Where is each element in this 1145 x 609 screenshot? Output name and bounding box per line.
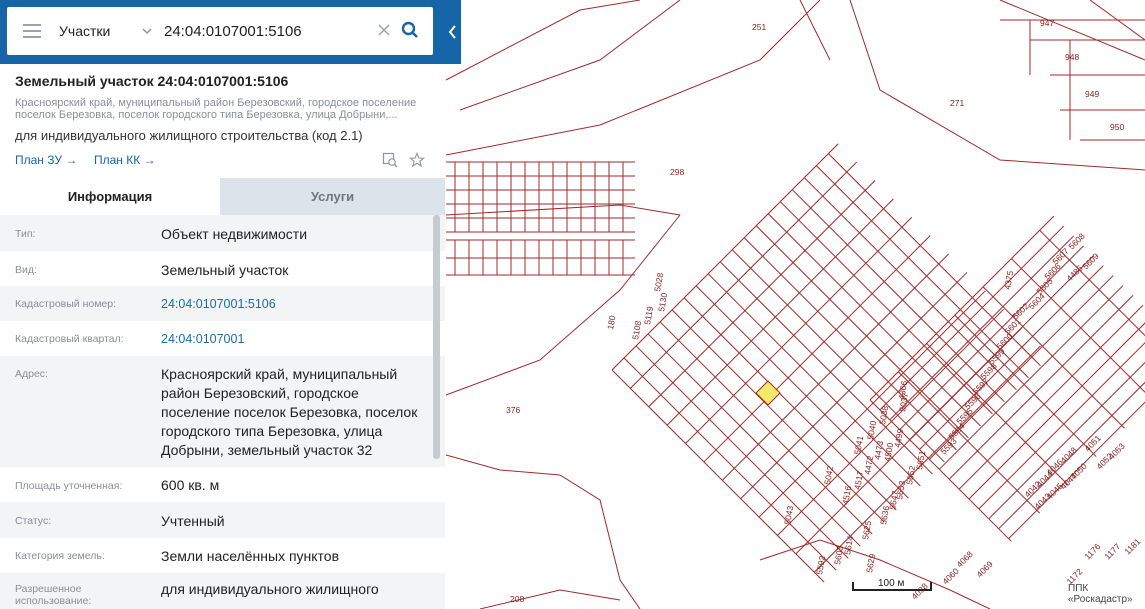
info-row: Кадастровый квартал: 24:04:0107001 xyxy=(0,321,445,356)
info-value: Земельный участок xyxy=(161,262,289,278)
cadastral-number-link[interactable]: 24:04:0107001:5106 xyxy=(161,295,431,314)
info-label: Тип: xyxy=(15,228,36,240)
scale-label: 100 м xyxy=(878,578,905,589)
info-value: Земли населённых пунктов xyxy=(161,548,340,564)
search-input[interactable] xyxy=(164,21,364,41)
close-icon[interactable] xyxy=(377,23,391,37)
info-row: Тип: Объект недвижимости xyxy=(0,215,445,251)
menu-icon[interactable] xyxy=(23,24,41,38)
info-tabs: Информация Услуги xyxy=(0,178,445,215)
search-bar: Участки xyxy=(0,0,445,64)
plan-zu-link[interactable]: План ЗУ → xyxy=(15,153,77,167)
info-label: Адрес: xyxy=(15,368,48,380)
search-box: Участки xyxy=(7,7,433,55)
info-row: Вид: Земельный участок xyxy=(0,251,445,286)
info-row: Категория земель: Земли населённых пункт… xyxy=(0,538,445,573)
info-row: Адрес: Красноярский край, муниципальный … xyxy=(0,356,445,467)
info-label: Площадь уточненная: xyxy=(15,480,123,492)
parcel-number-label: 251 xyxy=(752,22,766,32)
info-label: Категория земель: xyxy=(15,550,105,562)
info-table: Тип: Объект недвижимости Вид: Земельный … xyxy=(0,215,445,609)
tab-services[interactable]: Услуги xyxy=(220,178,445,215)
info-row: Площадь уточненная: 600 кв. м xyxy=(0,467,445,502)
parcel-number-label: 950 xyxy=(1110,122,1124,132)
info-value: 600 кв. м xyxy=(161,477,220,493)
search-icon[interactable] xyxy=(401,21,419,39)
info-label: Разрешенное использование: xyxy=(15,583,92,607)
info-value: для индивидуального жилищного xyxy=(161,581,379,597)
parcel-address-short: Красноярский край, муниципальный район Б… xyxy=(15,97,417,121)
scrollbar[interactable] xyxy=(433,215,440,459)
info-value: Учтенный xyxy=(161,513,225,529)
info-value: Красноярский край, муниципальный район Б… xyxy=(161,366,418,458)
info-label: Статус: xyxy=(15,515,52,527)
info-row: Статус: Учтенный xyxy=(0,502,445,538)
collapse-panel-button[interactable] xyxy=(445,0,461,64)
info-label: Вид: xyxy=(15,264,37,276)
parcel-number-label: 271 xyxy=(950,98,964,108)
parcel-number-label: 947 xyxy=(1040,18,1054,28)
parcel-number-label: 208 xyxy=(510,594,524,604)
zoom-to-object-icon[interactable] xyxy=(382,152,398,168)
info-panel: Участки Земельный участок 24:04:0107001:… xyxy=(0,0,445,609)
plan-kk-link[interactable]: План КК → xyxy=(94,153,156,167)
object-type-select[interactable]: Участки xyxy=(59,7,110,55)
info-row: Кадастровый номер: 24:04:0107001:5106 xyxy=(0,286,445,321)
copyright: ППК «Роскадастр» xyxy=(1068,583,1133,605)
tab-info[interactable]: Информация xyxy=(0,178,220,215)
info-label: Кадастровый квартал: xyxy=(15,333,124,345)
star-icon[interactable] xyxy=(409,152,425,168)
chevron-left-icon xyxy=(448,25,456,39)
info-value: Объект недвижимости xyxy=(161,226,308,242)
parcel-number-label: 949 xyxy=(1085,89,1099,99)
cadastral-quarter-link[interactable]: 24:04:0107001 xyxy=(161,330,431,349)
info-label: Кадастровый номер: xyxy=(15,298,117,310)
parcel-number-label: 376 xyxy=(506,405,520,415)
parcel-permitted-use: для индивидуального жилищного строительс… xyxy=(15,128,363,143)
info-row: Разрешенное использование: для индивидуа… xyxy=(0,573,445,609)
parcel-number-label: 948 xyxy=(1065,52,1079,62)
chevron-down-icon[interactable] xyxy=(141,25,153,37)
parcel-title: Земельный участок 24:04:0107001:5106 xyxy=(15,73,289,89)
parcel-number-label: 298 xyxy=(670,167,684,177)
